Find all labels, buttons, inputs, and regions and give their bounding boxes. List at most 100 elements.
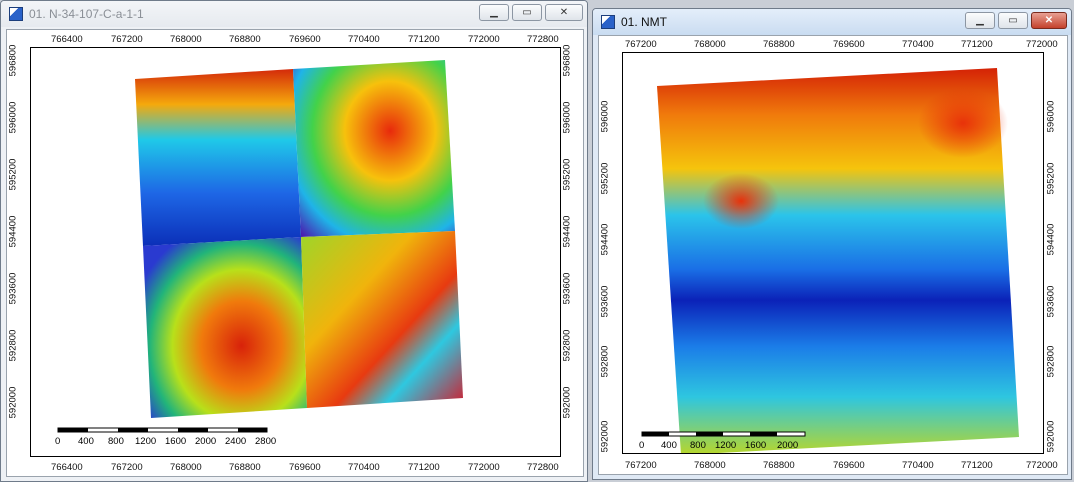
y-tick-label: 593600 xyxy=(599,285,611,318)
x-tick-label: 769600 xyxy=(833,460,865,471)
y-tick-label: 594400 xyxy=(1045,223,1057,256)
map-canvas[interactable]: 0 400 800 1200 1600 2000 xyxy=(622,52,1044,454)
scale-label: 2000 xyxy=(777,440,799,451)
scale-label: 800 xyxy=(108,436,124,447)
scale-label: 2400 xyxy=(225,436,247,447)
app-icon xyxy=(601,15,615,29)
y-tick-label: 596000 xyxy=(7,101,19,134)
close-button[interactable]: ✕ xyxy=(1031,12,1067,29)
x-tick-label: 766400 xyxy=(51,462,83,473)
y-tick-label: 595200 xyxy=(1045,162,1057,195)
y-tick-label: 596000 xyxy=(599,100,611,133)
y-tick-label: 596000 xyxy=(561,101,573,134)
y-tick-label: 594400 xyxy=(7,215,19,248)
scale-bar-segment xyxy=(750,432,777,436)
scale-label: 800 xyxy=(690,440,706,451)
close-button[interactable]: ✕ xyxy=(545,4,583,21)
scale-label: 400 xyxy=(661,440,677,451)
map-view[interactable]: 767200 768000 768800 769600 770400 77120… xyxy=(598,35,1068,475)
scale-bar-segment xyxy=(58,428,88,432)
y-tick-label: 593600 xyxy=(7,272,19,305)
scale-label: 0 xyxy=(639,440,645,451)
scale-label: 2000 xyxy=(195,436,217,447)
scale-label: 0 xyxy=(55,436,61,447)
minimize-button[interactable]: ▁ xyxy=(965,12,995,29)
y-tick-label: 592000 xyxy=(1045,420,1057,453)
x-tick-label: 769600 xyxy=(289,462,321,473)
x-tick-label: 768800 xyxy=(229,462,261,473)
scale-label: 1200 xyxy=(135,436,157,447)
y-tick-label: 593600 xyxy=(561,272,573,305)
scale-label: 1600 xyxy=(165,436,187,447)
x-tick-label: 772000 xyxy=(1026,39,1058,50)
app-icon xyxy=(9,7,23,21)
maximize-button[interactable]: ▭ xyxy=(998,12,1028,29)
x-tick-label: 767200 xyxy=(111,462,143,473)
x-tick-label: 772000 xyxy=(1026,460,1058,471)
map-view[interactable]: 766400 767200 768000 768800 769600 77040… xyxy=(6,29,584,477)
scale-bar-segment xyxy=(118,428,148,432)
y-tick-label: 595200 xyxy=(561,158,573,191)
scale-label: 1600 xyxy=(745,440,767,451)
map-window-right[interactable]: 01. NMT ▁ ▭ ✕ 767200 768000 768800 76960… xyxy=(592,8,1072,480)
x-tick-label: 772800 xyxy=(527,462,559,473)
window-title: 01. N-34-107-C-a-1-1 xyxy=(29,7,144,21)
y-tick-label: 593600 xyxy=(1045,285,1057,318)
y-tick-label: 595200 xyxy=(7,158,19,191)
x-tick-label: 766400 xyxy=(51,34,83,45)
x-tick-label: 771200 xyxy=(408,34,440,45)
titlebar[interactable]: 01. NMT ▁ ▭ ✕ xyxy=(593,9,1071,35)
y-tick-label: 592800 xyxy=(1045,345,1057,378)
x-tick-label: 768000 xyxy=(694,39,726,50)
x-tick-label: 768000 xyxy=(170,34,202,45)
scale-bar-segment xyxy=(178,428,208,432)
x-tick-label: 770400 xyxy=(902,39,934,50)
x-tick-label: 770400 xyxy=(348,462,380,473)
y-tick-label: 592000 xyxy=(561,386,573,419)
x-tick-label: 769600 xyxy=(833,39,865,50)
x-tick-label: 768000 xyxy=(170,462,202,473)
map-window-left[interactable]: 01. N-34-107-C-a-1-1 ▁ ▭ ✕ 766400 767200… xyxy=(0,0,588,482)
y-tick-label: 592000 xyxy=(599,420,611,453)
raster-tile-sw xyxy=(143,237,307,418)
x-tick-label: 767200 xyxy=(625,39,657,50)
y-tick-label: 592000 xyxy=(7,386,19,419)
y-tick-label: 596000 xyxy=(1045,100,1057,133)
x-tick-label: 771200 xyxy=(408,462,440,473)
y-tick-label: 592800 xyxy=(599,345,611,378)
raster-tile-nw xyxy=(135,69,301,246)
raster-tile-se xyxy=(301,231,463,408)
minimize-button[interactable]: ▁ xyxy=(479,4,509,21)
scale-bar-segment xyxy=(238,428,267,432)
raster-highland xyxy=(703,173,779,229)
scale-label: 2800 xyxy=(255,436,277,447)
y-tick-label: 594400 xyxy=(599,223,611,256)
titlebar[interactable]: 01. N-34-107-C-a-1-1 ▁ ▭ ✕ xyxy=(1,1,587,27)
x-tick-label: 768800 xyxy=(763,39,795,50)
x-tick-label: 768800 xyxy=(763,460,795,471)
y-tick-label: 596800 xyxy=(561,44,573,77)
x-tick-label: 769600 xyxy=(289,34,321,45)
scale-label: 1200 xyxy=(715,440,737,451)
y-tick-label: 592800 xyxy=(561,329,573,362)
x-tick-label: 767200 xyxy=(111,34,143,45)
x-tick-label: 772000 xyxy=(468,462,500,473)
x-tick-label: 772000 xyxy=(468,34,500,45)
x-tick-label: 770400 xyxy=(902,460,934,471)
scale-bar xyxy=(57,427,268,433)
scale-label: 400 xyxy=(78,436,94,447)
x-tick-label: 768000 xyxy=(694,460,726,471)
y-tick-label: 592800 xyxy=(7,329,19,362)
raster-tile-ne xyxy=(293,60,455,237)
elevation-raster xyxy=(57,60,463,433)
raster-highland xyxy=(918,88,1008,158)
y-tick-label: 596800 xyxy=(7,44,19,77)
map-canvas[interactable]: 0 400 800 1200 1600 2000 2400 2800 xyxy=(30,47,561,457)
scale-bar-segment xyxy=(696,432,723,436)
y-tick-label: 594400 xyxy=(561,215,573,248)
x-tick-label: 772800 xyxy=(527,34,559,45)
y-tick-label: 595200 xyxy=(599,162,611,195)
scale-bar-segment xyxy=(642,432,669,436)
maximize-button[interactable]: ▭ xyxy=(512,4,542,21)
x-tick-label: 771200 xyxy=(961,460,993,471)
